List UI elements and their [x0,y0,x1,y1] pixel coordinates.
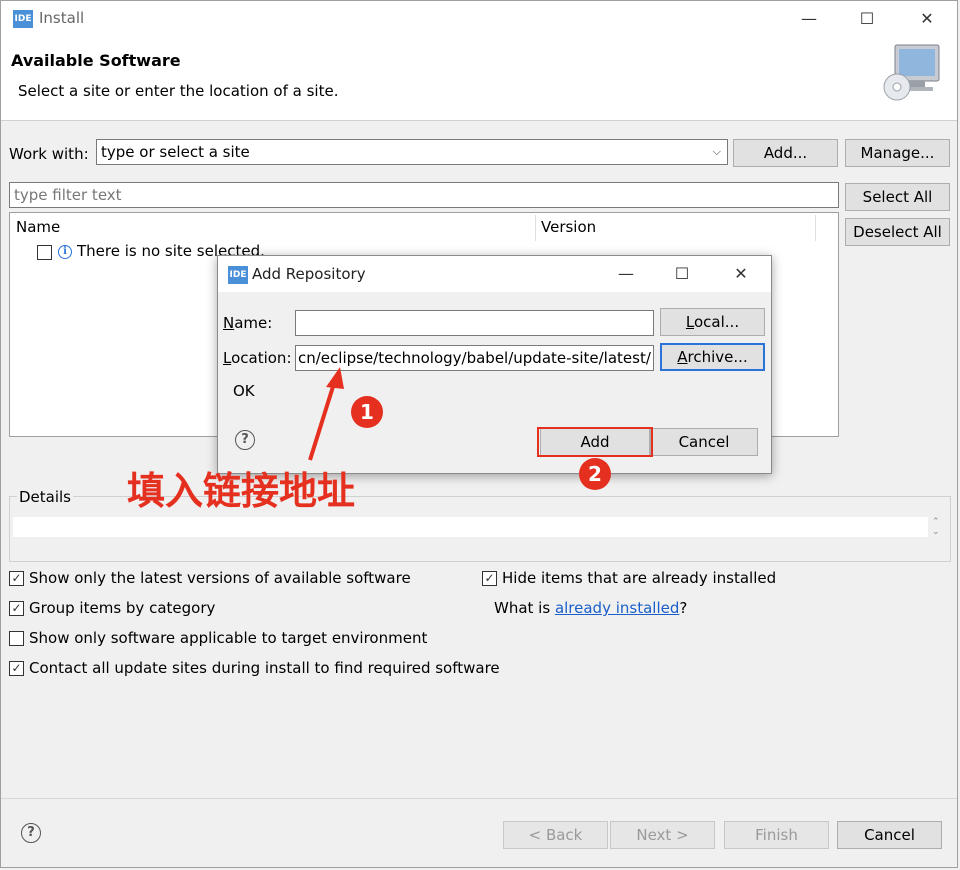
hide-installed-label[interactable]: Hide items that are already installed [502,569,776,587]
group-category-checkbox[interactable]: ✓ [9,601,24,616]
location-label: Location: [223,349,292,367]
details-scroll-arrows[interactable]: ⌃ ⌄ [932,517,940,537]
page-subtitle: Select a site or enter the location of a… [18,82,339,100]
hide-installed-checkbox[interactable]: ✓ [482,571,497,586]
page-title: Available Software [11,51,181,70]
column-divider [815,215,816,241]
local-mnemonic: L [685,313,694,331]
dialog-maximize-button[interactable]: ☐ [670,262,694,286]
name-label: Name: [223,314,272,332]
contact-sites-checkbox[interactable]: ✓ [9,661,24,676]
chevron-down-icon[interactable]: ⌵ [713,140,721,164]
location-label-rest: ocation: [231,349,292,367]
latest-versions-label[interactable]: Show only the latest versions of availab… [29,569,411,587]
dialog-status: OK [233,382,255,400]
dialog-cancel-button[interactable]: Cancel [650,428,758,456]
what-is-installed-text: What is already installed? [494,599,687,617]
filter-placeholder: type filter text [14,186,122,204]
local-rest: ocal... [694,313,740,331]
footer-divider [1,798,957,799]
ide-app-icon: IDE [228,266,248,284]
annotation-step-2: 2 [579,458,611,490]
wizard-header: Available Software Select a site or ente… [1,37,957,121]
finish-button[interactable]: Finish [724,821,829,849]
dialog-title: Add Repository [252,265,366,283]
add-site-button[interactable]: Add... [733,139,838,167]
archive-button[interactable]: Archive... [660,343,765,371]
dialog-title-bar: IDE Add Repository — ☐ ✕ [218,256,771,292]
minimize-button[interactable]: — [797,7,821,31]
cancel-button[interactable]: Cancel [837,821,942,849]
filter-input[interactable]: type filter text [9,182,839,208]
info-icon: i [58,245,72,259]
annotation-highlight-box [537,427,653,457]
select-all-button[interactable]: Select All [845,183,950,211]
dialog-minimize-button[interactable]: — [614,262,638,286]
annotation-hint-text: 填入链接地址 [127,469,356,513]
what-is-prefix: What is [494,599,555,617]
archive-mnemonic: A [677,348,688,366]
manage-sites-button[interactable]: Manage... [845,139,950,167]
archive-rest: rchive... [687,348,748,366]
column-divider [535,215,536,241]
install-monitor-icon [883,44,940,101]
target-env-checkbox[interactable] [9,631,24,646]
already-installed-link[interactable]: already installed [555,599,679,617]
local-button[interactable]: Local... [660,308,765,336]
details-label: Details [17,488,74,506]
maximize-button[interactable]: ☐ [855,7,879,31]
target-env-label[interactable]: Show only software applicable to target … [29,629,427,647]
latest-versions-checkbox[interactable]: ✓ [9,571,24,586]
repository-name-input[interactable] [295,310,654,336]
annotation-step-1: 1 [351,396,383,428]
window-title: Install [39,9,85,27]
title-bar: IDE Install — ☐ ✕ [1,1,957,37]
name-label-mnemonic: N [223,314,235,332]
annotation-arrow [308,367,344,461]
column-header-version[interactable]: Version [541,218,596,236]
location-label-mnemonic: L [223,349,232,367]
deselect-all-button[interactable]: Deselect All [845,218,950,246]
dialog-help-icon[interactable]: ? [235,430,255,450]
work-with-value: type or select a site [101,143,250,161]
work-with-label: Work with: [9,145,89,163]
dialog-close-button[interactable]: ✕ [729,262,753,286]
details-text [13,517,928,537]
ide-app-icon: IDE [13,10,33,28]
column-header-name[interactable]: Name [16,218,60,236]
contact-sites-label[interactable]: Contact all update sites during install … [29,659,500,677]
back-button[interactable]: < Back [503,821,608,849]
name-label-rest: ame: [234,314,273,332]
what-is-suffix: ? [679,599,688,617]
work-with-combo[interactable]: type or select a site ⌵ [96,139,728,165]
help-icon[interactable]: ? [21,823,41,843]
next-button[interactable]: Next > [610,821,715,849]
row-checkbox[interactable] [37,245,52,260]
close-button[interactable]: ✕ [915,7,939,31]
group-category-label[interactable]: Group items by category [29,599,215,617]
